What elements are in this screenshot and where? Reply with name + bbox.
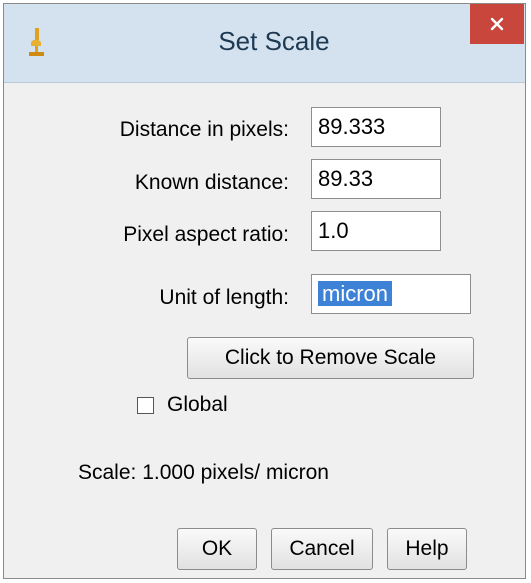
distance-in-pixels-label: Distance in pixels: [119,118,289,141]
close-icon [490,17,504,31]
close-button[interactable] [470,4,524,44]
pixel-aspect-ratio-input[interactable]: 1.0 [311,211,441,251]
dialog-title: Set Scale [218,26,330,56]
title-bar: Set Scale [4,4,525,83]
set-scale-dialog: Set Scale Distance in pixels: 89.333 Kno… [3,3,526,579]
unit-of-length-label: Unit of length: [159,286,289,309]
ok-button[interactable]: OK [177,528,257,570]
microscope-icon [26,26,46,58]
distance-in-pixels-input[interactable]: 89.333 [311,107,441,147]
known-distance-input[interactable]: 89.33 [311,159,441,199]
global-checkbox-label: Global [167,393,228,416]
unit-of-length-input[interactable]: micron [311,274,471,314]
unit-of-length-selected-text: micron [318,281,393,306]
scale-info-text: Scale: 1.000 pixels/ micron [78,461,329,484]
cancel-button[interactable]: Cancel [271,528,373,570]
global-checkbox[interactable] [137,397,154,414]
known-distance-label: Known distance: [134,171,289,194]
help-button[interactable]: Help [387,528,467,570]
remove-scale-button[interactable]: Click to Remove Scale [187,337,474,379]
pixel-aspect-ratio-label: Pixel aspect ratio: [123,223,289,246]
